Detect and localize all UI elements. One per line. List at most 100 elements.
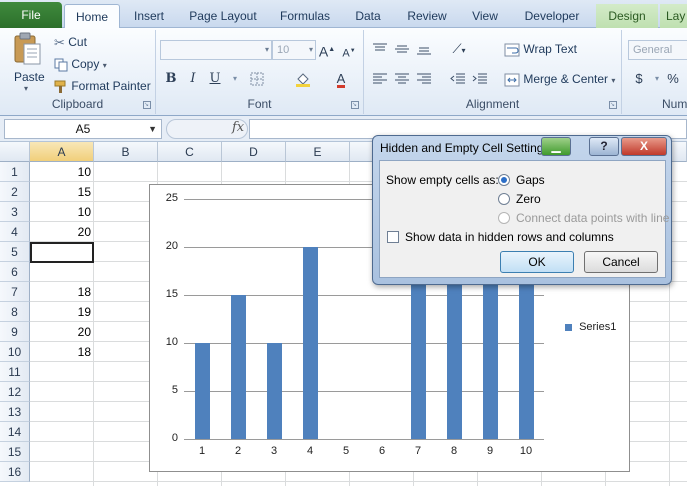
dialog-launcher-icon[interactable]: ↘	[143, 101, 151, 109]
bar-series1-4[interactable]	[302, 247, 318, 439]
cell-a6[interactable]	[30, 262, 94, 282]
show-hidden-checkbox[interactable]	[387, 231, 399, 243]
tab-formulas[interactable]: Formulas	[272, 4, 338, 28]
currency-button[interactable]: $	[630, 70, 648, 88]
number-format-combo[interactable]: General	[628, 40, 687, 60]
align-bottom-icon[interactable]	[416, 42, 432, 56]
decrease-indent-icon[interactable]	[450, 72, 466, 86]
wrap-text-button[interactable]: Wrap Text	[504, 42, 577, 57]
dialog-launcher-icon[interactable]: ↘	[351, 101, 359, 109]
bold-button[interactable]: B	[162, 70, 180, 88]
tab-home[interactable]: Home	[64, 4, 120, 28]
tab-page-layout[interactable]: Page Layout	[180, 4, 266, 28]
row-header-5[interactable]: 5	[0, 242, 30, 262]
row-header-2[interactable]: 2	[0, 182, 30, 202]
cell-a1[interactable]: 10	[30, 162, 94, 182]
select-all-button[interactable]	[0, 142, 30, 162]
align-middle-icon[interactable]	[394, 42, 410, 56]
percent-button[interactable]: %	[664, 70, 682, 88]
tab-chart-layout[interactable]: Lay	[660, 4, 687, 28]
row-header-15[interactable]: 15	[0, 442, 30, 462]
tab-data[interactable]: Data	[344, 4, 392, 28]
tab-chart-design[interactable]: Design	[596, 4, 658, 28]
row-header-7[interactable]: 7	[0, 282, 30, 302]
cell-a16[interactable]	[30, 462, 94, 482]
column-header-e[interactable]: E	[286, 142, 350, 162]
tab-insert[interactable]: Insert	[124, 4, 174, 28]
row-header-1[interactable]: 1	[0, 162, 30, 182]
column-header-c[interactable]: C	[158, 142, 222, 162]
tab-file[interactable]: File	[0, 2, 62, 28]
cell-a15[interactable]	[30, 442, 94, 462]
row-header-13[interactable]: 13	[0, 402, 30, 422]
row-header-9[interactable]: 9	[0, 322, 30, 342]
insert-function-icon[interactable]: fx	[232, 120, 244, 135]
fill-color-button[interactable]	[294, 70, 312, 88]
close-button[interactable]: X	[621, 137, 667, 156]
increase-indent-icon[interactable]	[472, 72, 488, 86]
bar-series1-10[interactable]	[518, 266, 534, 439]
zero-radio[interactable]	[498, 193, 510, 205]
cell-a2[interactable]: 15	[30, 182, 94, 202]
merge-center-button[interactable]: Merge & Center ▾	[504, 72, 615, 87]
row-header-6[interactable]: 6	[0, 262, 30, 282]
gaps-label[interactable]: Gaps	[516, 173, 545, 187]
row-header-8[interactable]: 8	[0, 302, 30, 322]
column-header-a[interactable]: A	[30, 142, 94, 162]
cell-a11[interactable]	[30, 362, 94, 382]
chevron-down-icon[interactable]: ▾	[226, 70, 244, 88]
cell-a3[interactable]: 10	[30, 202, 94, 222]
bar-series1-7[interactable]	[410, 266, 426, 439]
bar-series1-3[interactable]	[266, 343, 282, 439]
font-size-combo[interactable]: 10 ▾	[272, 40, 316, 60]
ok-button[interactable]: OK	[500, 251, 574, 273]
row-header-4[interactable]: 4	[0, 222, 30, 242]
align-right-icon[interactable]	[416, 72, 432, 86]
orientation-button[interactable]: ⟋▾	[450, 40, 468, 58]
cell-a10[interactable]: 18	[30, 342, 94, 362]
italic-button[interactable]: I	[184, 70, 202, 88]
cell-a9[interactable]: 20	[30, 322, 94, 342]
legend[interactable]: Series1	[565, 321, 616, 333]
align-top-icon[interactable]	[372, 42, 388, 56]
align-left-icon[interactable]	[372, 72, 388, 86]
row-header-12[interactable]: 12	[0, 382, 30, 402]
cell-a8[interactable]: 19	[30, 302, 94, 322]
tab-developer[interactable]: Developer	[514, 4, 590, 28]
bar-series1-1[interactable]	[194, 343, 210, 439]
tab-view[interactable]: View	[462, 4, 508, 28]
cancel-button[interactable]: Cancel	[584, 251, 658, 273]
bar-series1-2[interactable]	[230, 295, 246, 439]
row-header-14[interactable]: 14	[0, 422, 30, 442]
underline-button[interactable]: U	[206, 70, 224, 88]
minimize-button[interactable]: ▁	[541, 137, 571, 156]
cell-a14[interactable]	[30, 422, 94, 442]
row-header-11[interactable]: 11	[0, 362, 30, 382]
cut-button[interactable]: ✂ Cut	[54, 35, 87, 51]
row-header-10[interactable]: 10	[0, 342, 30, 362]
cell-a12[interactable]	[30, 382, 94, 402]
align-center-icon[interactable]	[394, 72, 410, 86]
zero-label[interactable]: Zero	[516, 192, 541, 206]
copy-button[interactable]: Copy ▾	[54, 57, 107, 72]
cell-a7[interactable]: 18	[30, 282, 94, 302]
active-cell-a5[interactable]	[30, 242, 94, 263]
row-header-3[interactable]: 3	[0, 202, 30, 222]
shrink-font-button[interactable]: A▼	[340, 42, 358, 60]
gaps-radio[interactable]	[498, 174, 510, 186]
cell-a13[interactable]	[30, 402, 94, 422]
show-hidden-label[interactable]: Show data in hidden rows and columns	[405, 230, 614, 244]
font-color-button[interactable]: A	[332, 70, 350, 88]
dialog-launcher-icon[interactable]: ↘	[609, 101, 617, 109]
column-header-d[interactable]: D	[222, 142, 286, 162]
font-name-combo[interactable]: ▾	[160, 40, 272, 60]
name-box[interactable]: A5 ▼	[4, 119, 162, 139]
borders-button[interactable]	[248, 70, 266, 88]
help-button[interactable]: ?	[589, 137, 619, 156]
row-header-16[interactable]: 16	[0, 462, 30, 482]
format-painter-button[interactable]: Format Painter	[54, 79, 151, 94]
column-header-b[interactable]: B	[94, 142, 158, 162]
grow-font-button[interactable]: A▲	[318, 41, 336, 60]
cell-a4[interactable]: 20	[30, 222, 94, 242]
paste-button[interactable]: Paste ▾	[8, 32, 48, 96]
